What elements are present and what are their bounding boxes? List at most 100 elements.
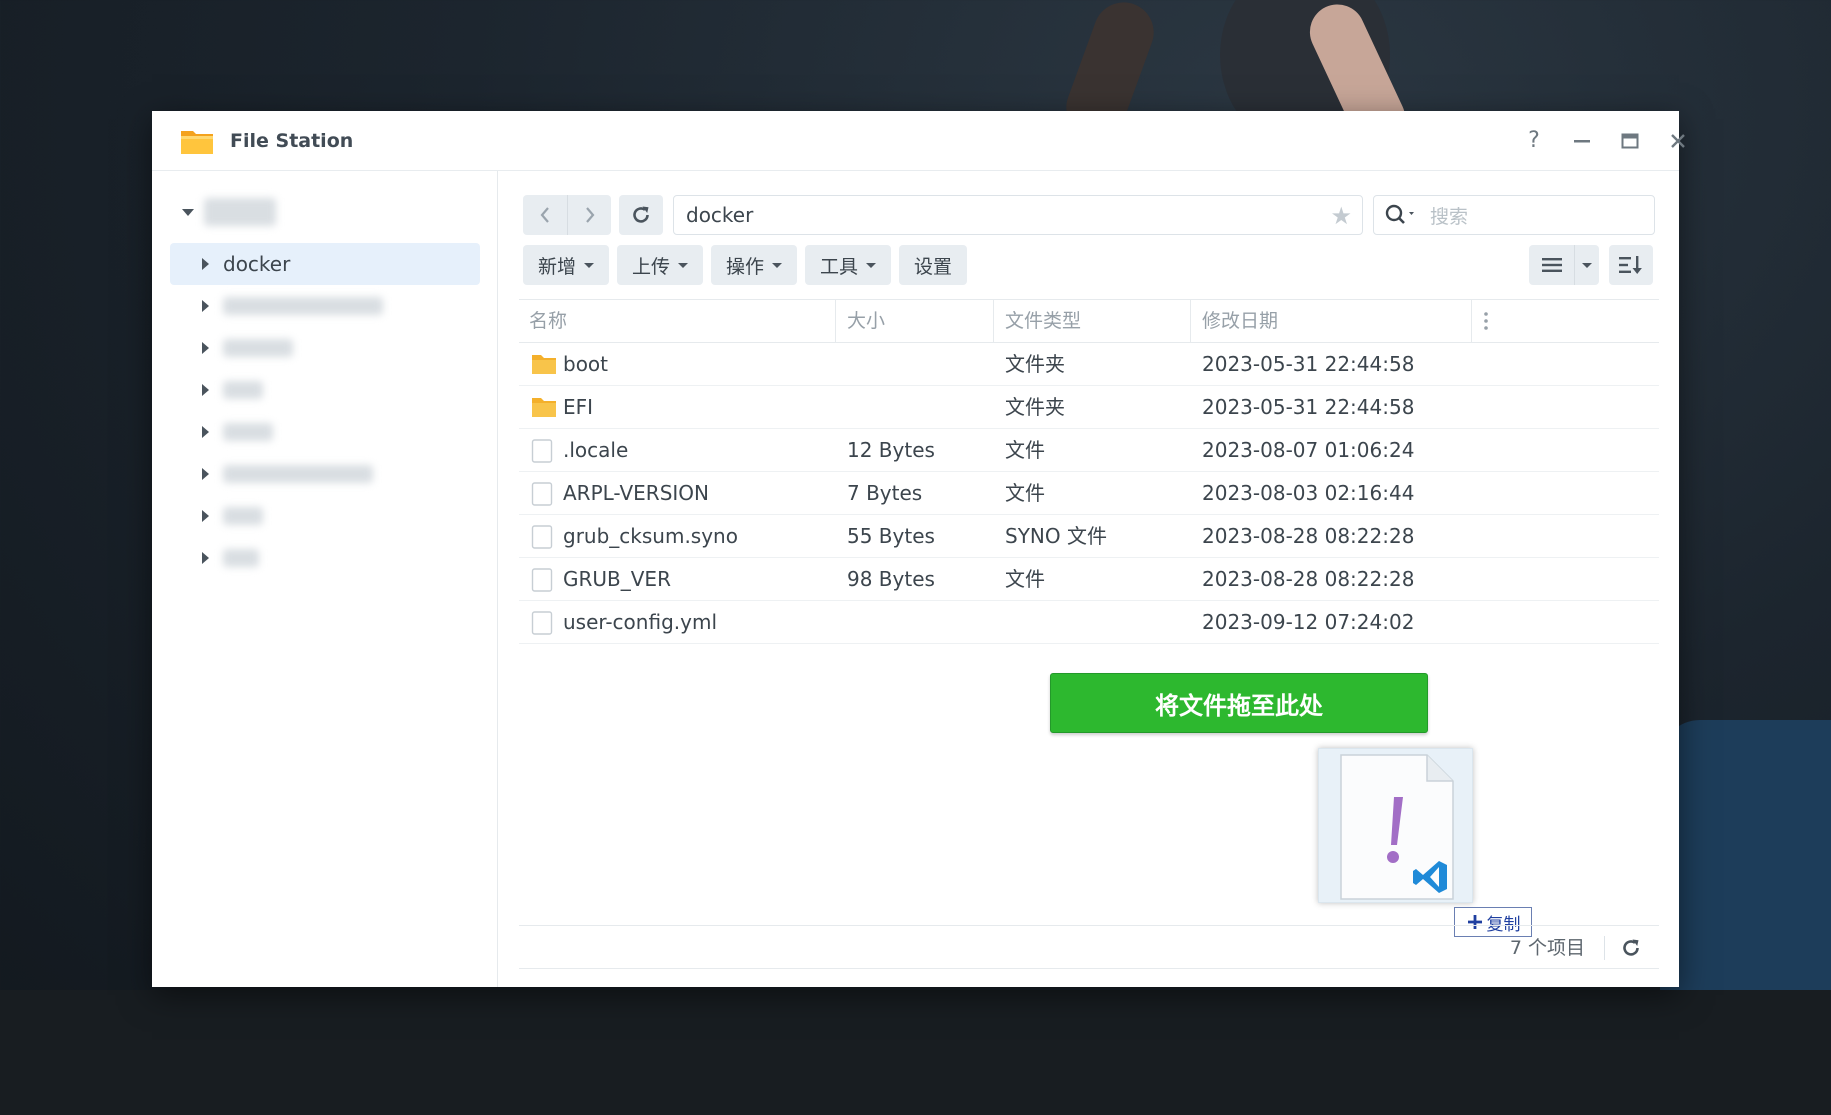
table-row[interactable]: ARPL-VERSION 7 Bytes 文件 2023-08-03 02:16… (519, 472, 1659, 515)
tools-button[interactable]: 工具 (805, 245, 891, 285)
caret-right-icon[interactable] (202, 468, 209, 480)
caret-down-icon[interactable] (182, 208, 194, 216)
folder-icon (532, 398, 556, 417)
item-count: 7 个项目 (1509, 937, 1585, 959)
title-bar[interactable]: File Station ? (152, 111, 1685, 171)
search-placeholder: 搜索 (1430, 205, 1469, 228)
action-button[interactable]: 操作 (711, 245, 797, 285)
table-row[interactable]: user-config.yml 2023-09-12 07:24:02 (519, 601, 1659, 644)
background-photo-floor (0, 990, 1831, 1115)
file-modified: 2023-08-03 02:16:44 (1202, 481, 1415, 505)
caret-down-icon (1582, 262, 1592, 268)
list-view-button[interactable] (1529, 245, 1575, 285)
chevron-left-icon (540, 207, 549, 223)
search-icon[interactable] (1384, 203, 1424, 227)
caret-right-icon[interactable] (202, 426, 209, 438)
table-row[interactable]: boot 文件夹 2023-05-31 22:44:58 (519, 343, 1659, 386)
view-dropdown-button[interactable] (1575, 245, 1599, 285)
upload-button-label: 上传 (631, 255, 670, 278)
help-button[interactable]: ? (1518, 125, 1550, 157)
refresh-button[interactable] (619, 195, 663, 235)
file-type: 文件 (1005, 481, 1045, 505)
redacted-folder-label (223, 381, 263, 399)
sort-button[interactable] (1609, 245, 1653, 285)
file-size: 98 Bytes (847, 567, 935, 591)
path-bar[interactable]: docker ★ (673, 195, 1363, 235)
column-header-name[interactable]: 名称 (519, 300, 567, 343)
file-table: 名称 大小 文件类型 修改日期 boot 文件夹 2023-05-31 22:4… (519, 299, 1659, 644)
upload-button[interactable]: 上传 (617, 245, 703, 285)
sidebar-item-redacted[interactable] (170, 285, 480, 327)
column-header-type[interactable]: 文件类型 (995, 300, 1081, 343)
refresh-icon (1623, 939, 1639, 956)
table-row[interactable]: GRUB_VER 98 Bytes 文件 2023-08-28 08:22:28 (519, 558, 1659, 601)
redacted-folder-label (223, 423, 273, 441)
redacted-folder-label (223, 465, 373, 483)
maximize-button[interactable] (1614, 125, 1646, 157)
drop-zone-banner[interactable]: 将文件拖至此处 (1050, 673, 1428, 733)
sidebar-item-redacted[interactable] (170, 411, 480, 453)
column-menu-button[interactable] (1483, 310, 1489, 336)
redacted-folder-label (223, 507, 263, 525)
settings-button-label: 设置 (913, 255, 952, 278)
back-button[interactable] (523, 195, 567, 235)
caret-down-icon (678, 262, 688, 268)
caret-right-icon[interactable] (202, 384, 209, 396)
sidebar-item-redacted[interactable] (170, 537, 480, 579)
table-row[interactable]: .locale 12 Bytes 文件 2023-08-07 01:06:24 (519, 429, 1659, 472)
caret-down-icon (772, 262, 782, 268)
more-vertical-icon (1484, 312, 1488, 330)
caret-right-icon[interactable] (202, 510, 209, 522)
redacted-folder-label (223, 549, 259, 567)
file-name: grub_cksum.syno (563, 524, 738, 548)
sidebar-item-redacted[interactable] (170, 327, 480, 369)
file-name: ARPL-VERSION (563, 481, 709, 505)
refresh-icon (633, 206, 649, 223)
sidebar-item-label: docker (223, 252, 291, 276)
file-type: SYNO 文件 (1005, 524, 1107, 548)
star-icon[interactable]: ★ (1330, 202, 1352, 230)
table-body: boot 文件夹 2023-05-31 22:44:58 EFI 文件夹 202… (519, 343, 1659, 644)
caret-down-icon (866, 262, 876, 268)
file-size: 55 Bytes (847, 524, 935, 548)
sidebar-item-redacted[interactable] (170, 495, 480, 537)
minimize-button[interactable] (1566, 125, 1598, 157)
sidebar-item-redacted[interactable] (170, 453, 480, 495)
sidebar-item-docker[interactable]: docker (170, 243, 480, 285)
column-divider[interactable] (835, 300, 836, 343)
file-icon (531, 482, 553, 506)
view-mode-switch (1529, 245, 1599, 285)
column-divider[interactable] (993, 300, 994, 343)
tree-root-node[interactable] (182, 197, 276, 227)
file-name: .locale (563, 438, 629, 462)
tools-button-label: 工具 (819, 255, 858, 278)
settings-button[interactable]: 设置 (899, 245, 967, 285)
folder-tree-sidebar: docker (152, 171, 498, 987)
footer-refresh-button[interactable] (1619, 936, 1643, 960)
column-header-size[interactable]: 大小 (837, 300, 885, 343)
new-button[interactable]: 新增 (523, 245, 609, 285)
column-header-modified[interactable]: 修改日期 (1192, 300, 1278, 343)
caret-right-icon[interactable] (202, 552, 209, 564)
redacted-root-label (204, 198, 276, 226)
caret-right-icon[interactable] (202, 258, 209, 270)
redacted-folder-label (223, 297, 383, 315)
table-row[interactable]: grub_cksum.syno 55 Bytes SYNO 文件 2023-08… (519, 515, 1659, 558)
chevron-right-icon (585, 207, 594, 223)
caret-down-icon (584, 262, 594, 268)
file-type: 文件 (1005, 438, 1045, 462)
column-divider[interactable] (1471, 300, 1472, 343)
table-row[interactable]: EFI 文件夹 2023-05-31 22:44:58 (519, 386, 1659, 429)
forward-button[interactable] (567, 195, 611, 235)
folder-icon (532, 355, 556, 374)
caret-right-icon[interactable] (202, 342, 209, 354)
file-type: 文件夹 (1005, 352, 1065, 376)
caret-right-icon[interactable] (202, 300, 209, 312)
close-button[interactable] (1662, 125, 1694, 157)
sort-icon (1619, 256, 1642, 274)
file-icon (531, 439, 553, 463)
column-divider[interactable] (1190, 300, 1191, 343)
sidebar-item-redacted[interactable] (170, 369, 480, 411)
search-input[interactable]: 搜索 (1373, 195, 1655, 235)
maximize-icon (1621, 133, 1639, 149)
